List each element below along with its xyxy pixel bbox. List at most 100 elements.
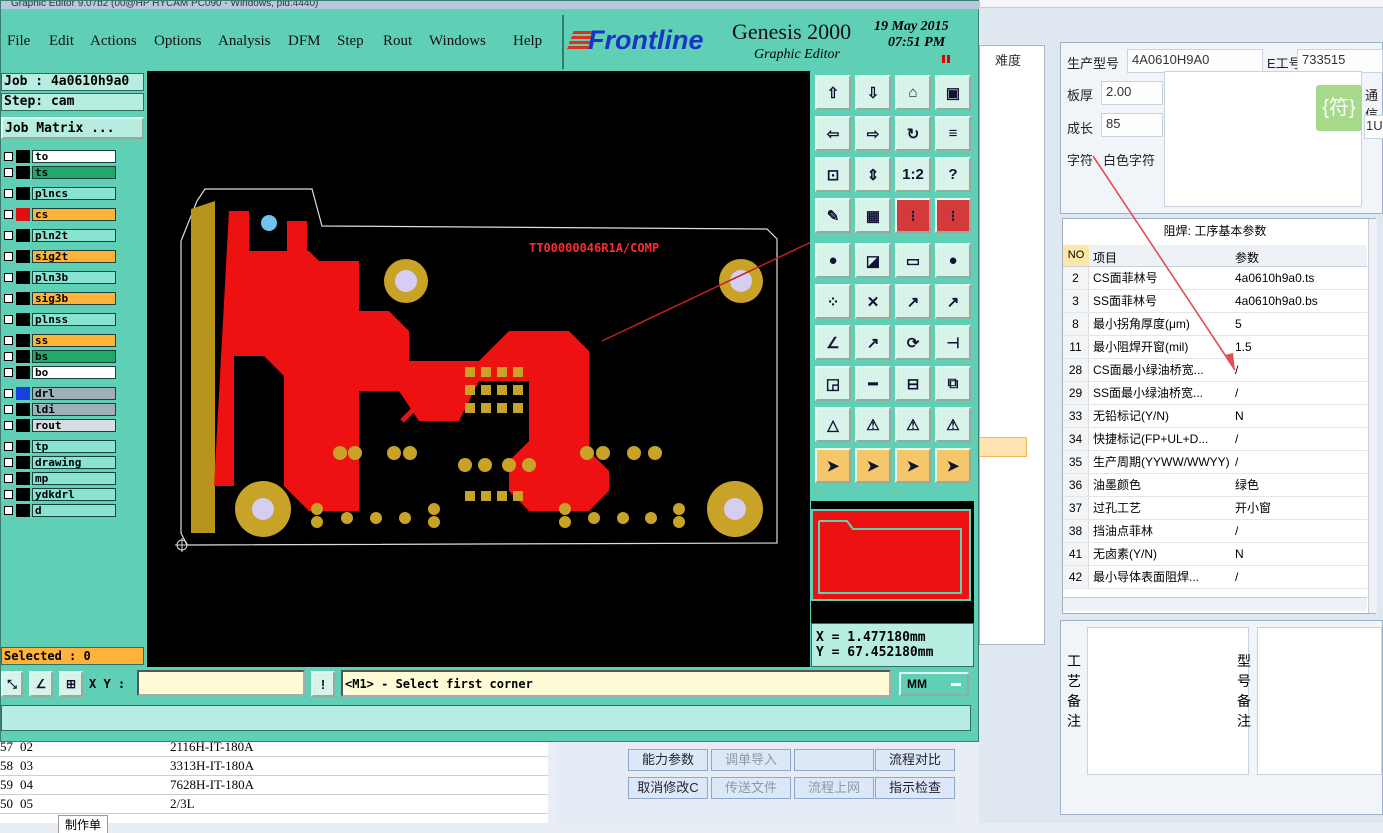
table-row[interactable]: 36 油墨颜色 绿色 bbox=[1063, 474, 1367, 497]
move-right-icon[interactable]: ⇨ bbox=[855, 116, 891, 151]
layer-row-plnss[interactable]: plnss bbox=[1, 312, 117, 327]
move-up-icon[interactable]: ⇧ bbox=[815, 75, 851, 110]
alert-icon[interactable]: ! bbox=[311, 671, 335, 697]
select-icon[interactable]: ➤ bbox=[815, 448, 851, 483]
menu-edit[interactable]: Edit bbox=[49, 33, 74, 50]
rotate-icon[interactable]: ↻ bbox=[895, 116, 931, 151]
menu-options[interactable]: Options bbox=[154, 33, 202, 50]
grid-row[interactable]: 50 05 2/3L bbox=[0, 795, 548, 814]
layer-checkbox[interactable] bbox=[4, 315, 13, 324]
menu-file[interactable]: File bbox=[7, 33, 30, 50]
layer-checkbox[interactable] bbox=[4, 506, 13, 515]
blank-button[interactable] bbox=[794, 749, 874, 771]
model-field[interactable]: 4A0610H9A0 bbox=[1127, 49, 1263, 73]
window-icon[interactable]: ▣ bbox=[935, 75, 971, 110]
layer-row-mp[interactable]: mp bbox=[1, 471, 117, 486]
grid-icon[interactable]: ⊞ bbox=[59, 671, 83, 697]
layer-checkbox[interactable] bbox=[4, 231, 13, 240]
arrow-icon[interactable]: ↗ bbox=[855, 325, 891, 360]
zoom-vertical-icon[interactable]: ⇕ bbox=[855, 157, 891, 192]
edit-icon[interactable]: ✎ bbox=[815, 198, 851, 233]
layer-row-rout[interactable]: rout bbox=[1, 418, 117, 433]
layer-checkbox[interactable] bbox=[4, 152, 13, 161]
layer-row-sig2t[interactable]: sig2t bbox=[1, 249, 117, 264]
line-alt-icon[interactable]: ↗ bbox=[935, 284, 971, 319]
circle-icon[interactable]: ● bbox=[815, 243, 851, 278]
menu-actions[interactable]: Actions bbox=[90, 33, 137, 50]
layer-checkbox[interactable] bbox=[4, 189, 13, 198]
net-icon[interactable]: ⁘ bbox=[815, 284, 851, 319]
select-poly-icon[interactable]: ➤ bbox=[895, 448, 931, 483]
layer-row-drawing[interactable]: drawing bbox=[1, 455, 117, 470]
layer-checkbox[interactable] bbox=[4, 458, 13, 467]
move-left-icon[interactable]: ⇦ bbox=[815, 116, 851, 151]
bar-icon[interactable]: ━ bbox=[855, 366, 891, 401]
pad-alt-icon[interactable]: ⁝ bbox=[935, 198, 971, 233]
layer-row-ydkdrl[interactable]: ydkdrl bbox=[1, 487, 117, 502]
grid-row[interactable]: 58 03 3313H-IT-180A bbox=[0, 757, 548, 776]
cancel-edit-button[interactable]: 取消修改C bbox=[628, 777, 708, 799]
thickness-field[interactable]: 2.00 bbox=[1101, 81, 1163, 105]
table-row[interactable]: 34 快捷标记(FP+UL+D... / bbox=[1063, 428, 1367, 451]
layer-row-plncs[interactable]: plncs bbox=[1, 186, 117, 201]
table-row[interactable]: 33 无铅标记(Y/N) N bbox=[1063, 405, 1367, 428]
table-row[interactable]: 41 无卤素(Y/N) N bbox=[1063, 543, 1367, 566]
layer-row-d[interactable]: d bbox=[1, 503, 117, 518]
menu-windows[interactable]: Windows bbox=[429, 33, 486, 50]
triangle-icon[interactable]: △ bbox=[815, 407, 851, 442]
layer-row-pln3b[interactable]: pln3b bbox=[1, 270, 117, 285]
menu-help[interactable]: Help bbox=[513, 33, 542, 50]
layer-row-bo[interactable]: bo bbox=[1, 365, 117, 380]
graphic-canvas[interactable]: TT00000046R1A/COMP bbox=[147, 71, 1013, 667]
split-icon[interactable]: ⊟ bbox=[895, 366, 931, 401]
grid-icon[interactable]: ▦ bbox=[855, 198, 891, 233]
layer-checkbox[interactable] bbox=[4, 474, 13, 483]
menu-step[interactable]: Step bbox=[337, 33, 364, 50]
layer-checkbox[interactable] bbox=[4, 442, 13, 451]
menu-rout[interactable]: Rout bbox=[383, 33, 412, 50]
move-down-icon[interactable]: ⇩ bbox=[855, 75, 891, 110]
layer-row-bs[interactable]: bs bbox=[1, 349, 117, 364]
grid-tab[interactable]: 制作单 bbox=[58, 815, 109, 833]
capability-button[interactable]: 能力参数 bbox=[628, 749, 708, 771]
ruler-icon[interactable]: ▭ bbox=[895, 243, 931, 278]
cap-icon[interactable]: ⊣ bbox=[935, 325, 971, 360]
table-row[interactable]: 37 过孔工艺 开小窗 bbox=[1063, 497, 1367, 520]
units-select[interactable]: MM bbox=[899, 672, 969, 696]
layer-checkbox[interactable] bbox=[4, 490, 13, 499]
flow-compare-button[interactable]: 流程对比 bbox=[875, 749, 955, 771]
cut-field-2[interactable]: 1U bbox=[1364, 115, 1383, 139]
shape-icon[interactable]: ◲ bbox=[815, 366, 851, 401]
layer-row-tp[interactable]: tp bbox=[1, 439, 117, 454]
zoom-box-icon[interactable]: ⊡ bbox=[815, 157, 851, 192]
layer-checkbox[interactable] bbox=[4, 252, 13, 261]
flow-online-button[interactable]: 流程上网 bbox=[794, 777, 874, 799]
xy-input[interactable] bbox=[137, 670, 305, 696]
layer-row-sig3b[interactable]: sig3b bbox=[1, 291, 117, 306]
layer-checkbox[interactable] bbox=[4, 421, 13, 430]
table-row[interactable]: 38 挡油点菲林 / bbox=[1063, 520, 1367, 543]
triangle-alt-icon[interactable]: ⚠ bbox=[855, 407, 891, 442]
process-notes-field[interactable] bbox=[1087, 627, 1249, 775]
layer-row-ldi[interactable]: ldi bbox=[1, 402, 117, 417]
layer-checkbox[interactable] bbox=[4, 273, 13, 282]
pad-icon[interactable]: ⁝ bbox=[895, 198, 931, 233]
zoom-fit-icon[interactable]: ⤡ bbox=[1, 671, 23, 697]
e-field[interactable]: 733515 bbox=[1297, 49, 1383, 73]
layer-checkbox[interactable] bbox=[4, 336, 13, 345]
dot-icon[interactable]: ● bbox=[935, 243, 971, 278]
warn-icon[interactable]: ⚠ bbox=[895, 407, 931, 442]
copy-icon[interactable]: ⧉ bbox=[935, 366, 971, 401]
layer-row-ss[interactable]: ss bbox=[1, 333, 117, 348]
job-matrix-button[interactable]: Job Matrix ... bbox=[1, 117, 144, 139]
angle-icon[interactable]: ∠ bbox=[815, 325, 851, 360]
select-box-icon[interactable]: ➤ bbox=[855, 448, 891, 483]
layer-checkbox[interactable] bbox=[4, 389, 13, 398]
instruction-check-button[interactable]: 指示检查 bbox=[875, 777, 955, 799]
length-field[interactable]: 85 bbox=[1101, 113, 1163, 137]
layer-row-cs[interactable]: cs bbox=[1, 207, 117, 222]
layer-checkbox[interactable] bbox=[4, 352, 13, 361]
import-button[interactable]: 调单导入 bbox=[711, 749, 791, 771]
home-icon[interactable]: ⌂ bbox=[895, 75, 931, 110]
layer-checkbox[interactable] bbox=[4, 210, 13, 219]
